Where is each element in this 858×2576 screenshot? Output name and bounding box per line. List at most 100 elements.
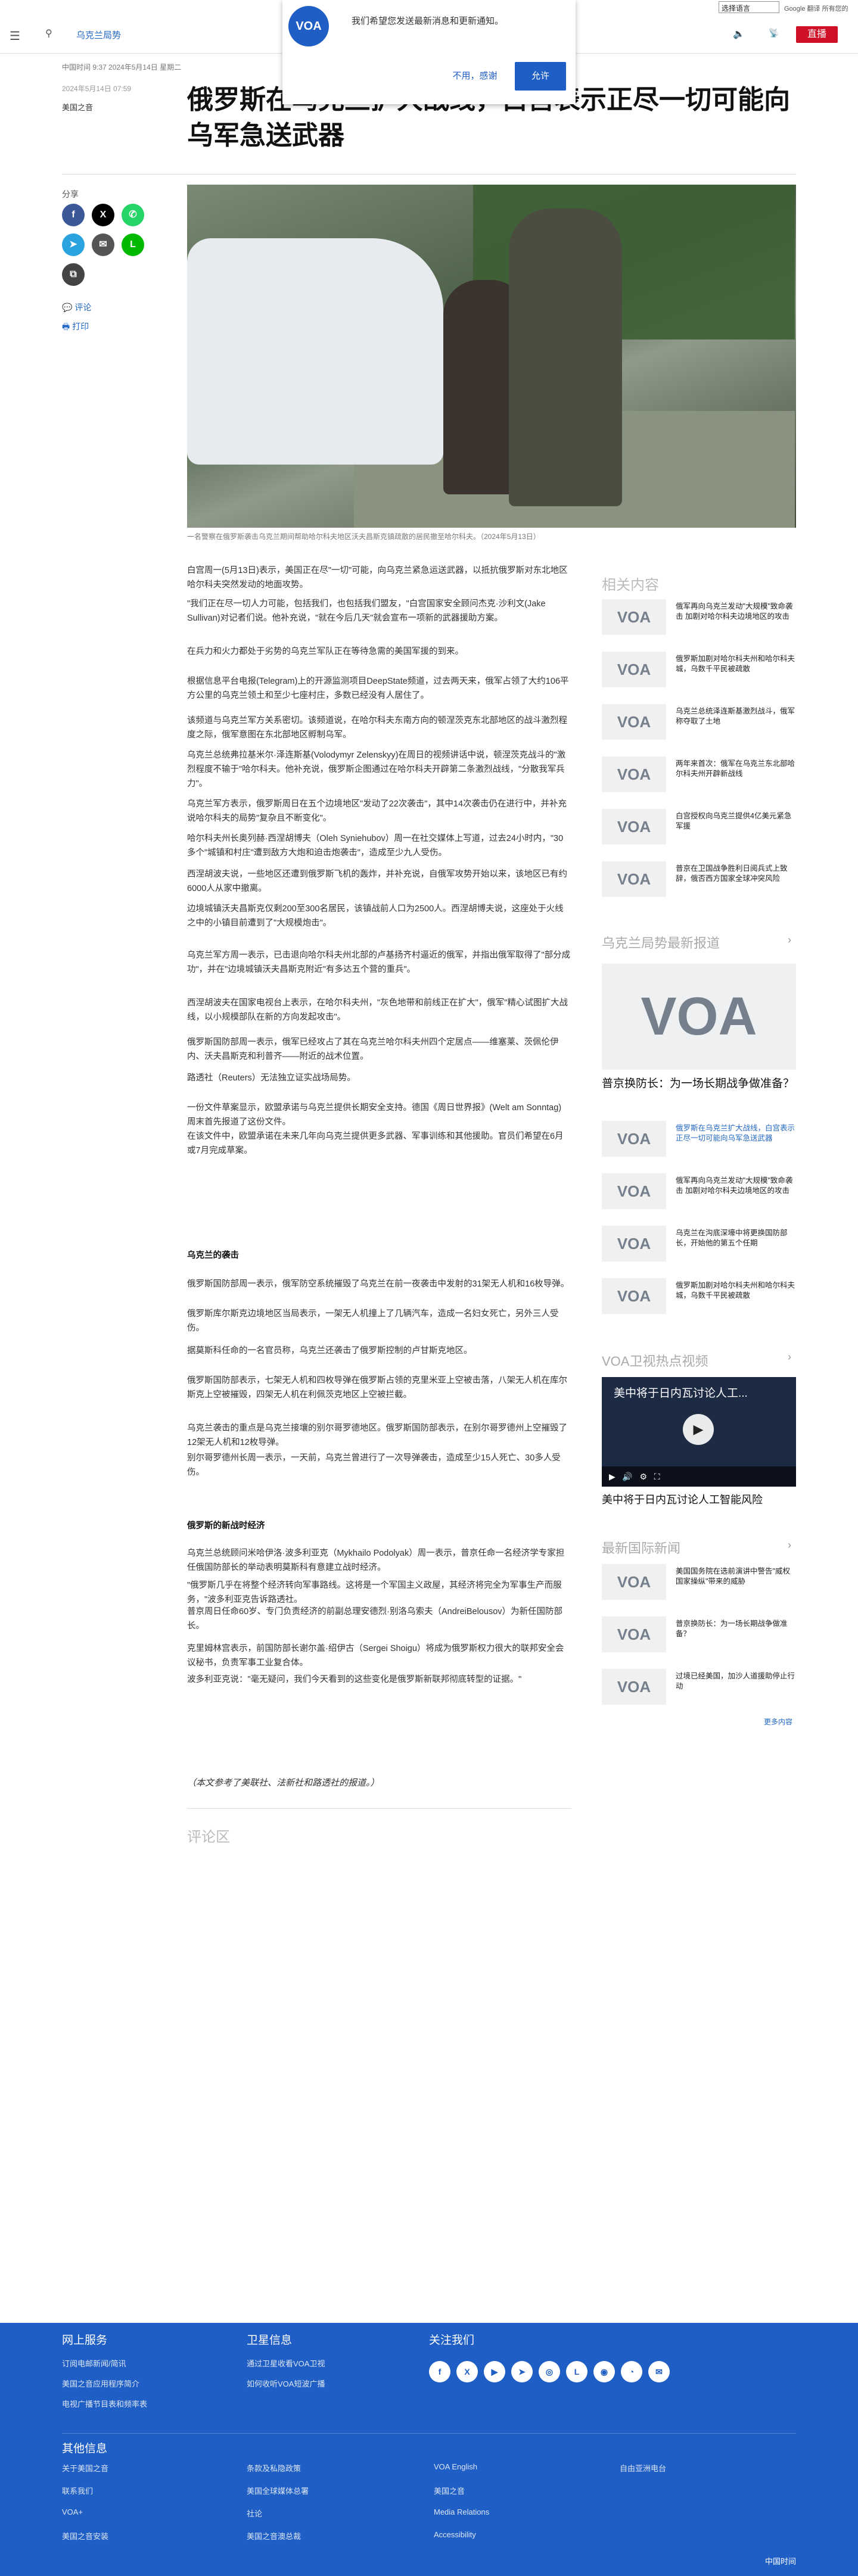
list-item-title[interactable]: 普京在卫国战争胜利日阅兵式上致辞，俄否西方国家全球冲突风险 <box>676 864 795 884</box>
footer-link[interactable]: 美国之音安装 <box>62 2530 108 2541</box>
allow-button[interactable]: 允许 <box>515 62 566 91</box>
thumbnail[interactable]: VOA <box>602 1669 666 1705</box>
feature-title[interactable]: 普京换防长：为一场长期战争做准备？ <box>602 1076 796 1092</box>
video-heading[interactable]: VOA卫视热点视频 <box>602 1351 708 1370</box>
email-icon[interactable]: ✉ <box>92 233 114 256</box>
video-player[interactable]: 美中将于日内瓦讨论人工... ▶ ▶ 🔊 ⚙ ⛶ <box>602 1377 796 1487</box>
footer-link[interactable]: 通过卫星收看VOA卫视 <box>247 2357 325 2369</box>
rss-icon[interactable]: ◔ <box>621 2361 642 2382</box>
thumbnail[interactable]: VOA <box>602 756 666 792</box>
footer-link[interactable]: 美国之音澳总裁 <box>247 2530 301 2541</box>
telegram-icon[interactable]: ➤ <box>62 233 85 256</box>
line-icon[interactable]: L <box>122 233 144 256</box>
list-item[interactable]: VOA 俄罗斯加剧对哈尔科夫州和哈尔科夫城，乌数千平民被疏散 <box>602 652 796 693</box>
facebook-icon[interactable]: f <box>62 204 85 226</box>
list-item-title[interactable]: 俄罗斯在乌克兰扩大战线，白宫表示正尽一切可能向乌军急送武器 <box>676 1123 795 1144</box>
ukraine-heading[interactable]: 乌克兰局势最新报道 <box>602 933 720 952</box>
list-item[interactable]: VOA 俄罗斯加剧对哈尔科夫州和哈尔科夫城，乌数千平民被疏散 <box>602 1278 796 1320</box>
email-icon[interactable]: ✉ <box>648 2361 670 2382</box>
list-item[interactable]: VOA 普京在卫国战争胜利日阅兵式上致辞，俄否西方国家全球冲突风险 <box>602 861 796 903</box>
footer-link[interactable]: VOA English <box>434 2462 477 2471</box>
list-item[interactable]: VOA 乌克兰总统泽连斯基激烈战斗，俄军称夺取了土地 <box>602 704 796 746</box>
thumbnail[interactable]: VOA <box>602 861 666 897</box>
list-item[interactable]: VOA 俄军再向乌克兰发动"大规模"致命袭击 加剧对哈尔科夫边境地区的攻击 <box>602 1173 796 1215</box>
thumbnail[interactable]: VOA <box>602 599 666 635</box>
list-item-title[interactable]: 白宫授权向乌克兰提供4亿美元紧急军援 <box>676 811 795 831</box>
thumbnail[interactable]: VOA <box>602 704 666 740</box>
article-paragraph: 俄罗斯国防部周一表示，俄军防空系统摧毁了乌克兰在前一夜袭击中发射的31架无人机和… <box>187 1279 570 1289</box>
list-item-title[interactable]: 两年来首次：俄军在乌克兰东北部哈尔科夫州开辟新战线 <box>676 759 795 779</box>
telegram-icon[interactable]: ➤ <box>511 2361 533 2382</box>
list-item-title[interactable]: 乌克兰总统泽连斯基激烈战斗，俄军称夺取了土地 <box>676 706 795 727</box>
footer-link[interactable]: 美国之音应用程序简介 <box>62 2378 139 2389</box>
search-icon[interactable]: ⚲ <box>45 27 52 39</box>
live-button[interactable]: 直播 <box>796 26 838 43</box>
thumbnail[interactable]: VOA <box>602 1173 666 1209</box>
list-item[interactable]: VOA 俄军再向乌克兰发动"大规模"致命袭击 加剧对哈尔科夫边境地区的攻击 <box>602 599 796 641</box>
thumbnail[interactable]: VOA <box>602 652 666 687</box>
footer-link[interactable]: 美国之音 <box>434 2485 465 2496</box>
instagram-icon[interactable]: ◎ <box>539 2361 560 2382</box>
list-item[interactable]: VOA 两年来首次：俄军在乌克兰东北部哈尔科夫州开辟新战线 <box>602 756 796 798</box>
footer-link[interactable]: 订阅电邮新闻/简讯 <box>62 2357 126 2369</box>
section-link[interactable]: 乌克兰局势 <box>76 29 121 41</box>
chevron-right-icon[interactable]: › <box>788 1539 791 1552</box>
decline-button[interactable]: 不用，感谢 <box>442 62 508 91</box>
thumbnail[interactable]: VOA <box>602 1278 666 1314</box>
list-item-title[interactable]: 普京换防长：为一场长期战争做准备？ <box>676 1619 795 1639</box>
list-item-title[interactable]: 俄罗斯加剧对哈尔科夫州和哈尔科夫城，乌数千平民被疏散 <box>676 654 795 674</box>
more-link[interactable]: 更多内容 <box>764 1717 792 1727</box>
list-item-title[interactable]: 乌克兰在沟底深壕中将更换国防部长，开始他的第五个任期 <box>676 1228 795 1248</box>
article-paragraph: 俄罗斯国防部周一表示，俄军已经攻占了其在乌克兰哈尔科夫州四个定居点——维塞莱、茨… <box>187 1038 559 1061</box>
print-link[interactable]: 🖶 打印 <box>62 320 89 335</box>
comment-link-label: 评论 <box>74 303 92 312</box>
list-item[interactable]: VOA 白宫授权向乌克兰提供4亿美元紧急军援 <box>602 809 796 851</box>
list-item-title[interactable]: 美国国务院在选前演讲中警告"威权国家操纵"带来的威胁 <box>676 1566 795 1587</box>
thumbnail[interactable]: VOA <box>602 1616 666 1652</box>
list-item[interactable]: VOA 普京换防长：为一场长期战争做准备？ <box>602 1616 796 1658</box>
thumbnail[interactable]: VOA <box>602 1226 666 1261</box>
footer-link[interactable]: 美国全球媒体总署 <box>247 2485 309 2496</box>
copy-link-icon[interactable]: ⧉ <box>62 263 85 286</box>
comment-link[interactable]: 💬 评论 <box>62 301 91 313</box>
chevron-right-icon[interactable]: › <box>788 1351 791 1363</box>
video-controls[interactable]: ▶ 🔊 ⚙ ⛶ <box>602 1466 796 1487</box>
footer-link[interactable]: 自由亚洲电台 <box>620 2462 666 2474</box>
facebook-icon[interactable]: f <box>429 2361 450 2382</box>
satellite-icon[interactable]: 📡 <box>769 28 779 38</box>
footer-link[interactable]: 关于美国之音 <box>62 2462 108 2474</box>
x-icon[interactable]: X <box>456 2361 478 2382</box>
youtube-icon[interactable]: ▶ <box>484 2361 505 2382</box>
footer-link[interactable]: Accessibility <box>434 2530 476 2539</box>
menu-icon[interactable]: ☰ <box>10 29 20 43</box>
footer-link[interactable]: 联系我们 <box>62 2485 93 2496</box>
footer-link[interactable]: 社论 <box>247 2508 262 2519</box>
play-icon[interactable]: ▶ <box>683 1414 714 1445</box>
language-select[interactable]: 选择语言 <box>719 1 779 13</box>
feature-thumbnail[interactable]: VOA <box>602 964 796 1070</box>
list-item-title[interactable]: 俄罗斯加剧对哈尔科夫州和哈尔科夫城，乌数千平民被疏散 <box>676 1281 795 1301</box>
footer-link[interactable]: Media Relations <box>434 2508 489 2516</box>
thumbnail[interactable]: VOA <box>602 1564 666 1600</box>
list-item-title[interactable]: 俄军再向乌克兰发动"大规模"致命袭击 加剧对哈尔科夫边境地区的攻击 <box>676 1176 795 1196</box>
footer-link[interactable]: 电视广播节目表和频率表 <box>62 2398 147 2409</box>
line-icon[interactable]: L <box>566 2361 587 2382</box>
list-item[interactable]: VOA 俄罗斯在乌克兰扩大战线，白宫表示正尽一切可能向乌军急送武器 <box>602 1121 796 1163</box>
whatsapp-icon[interactable]: ✆ <box>122 204 144 226</box>
list-item[interactable]: VOA 过境已经美国，加沙人道援助停止行动 <box>602 1669 796 1711</box>
intl-heading[interactable]: 最新国际新闻 <box>602 1538 680 1557</box>
list-item-title[interactable]: 过境已经美国，加沙人道援助停止行动 <box>676 1671 795 1692</box>
volume-icon[interactable]: 🔈 <box>733 28 745 40</box>
thumbnail[interactable]: VOA <box>602 809 666 845</box>
footer-link[interactable]: 条款及私隐政策 <box>247 2462 301 2474</box>
list-item-title[interactable]: 俄军再向乌克兰发动"大规模"致命袭击 加剧对哈尔科夫边境地区的攻击 <box>676 602 795 622</box>
list-item[interactable]: VOA 美国国务院在选前演讲中警告"威权国家操纵"带来的威胁 <box>602 1564 796 1606</box>
footer-link[interactable]: 如何收听VOA短波广播 <box>247 2378 325 2389</box>
footer-link[interactable]: VOA+ <box>62 2508 83 2516</box>
thumbnail[interactable]: VOA <box>602 1121 666 1157</box>
video-caption[interactable]: 美中将于日内瓦讨论人工智能风险 <box>602 1491 763 1507</box>
podcast-icon[interactable]: ◉ <box>593 2361 615 2382</box>
list-item[interactable]: VOA 乌克兰在沟底深壕中将更换国防部长，开始他的第五个任期 <box>602 1226 796 1267</box>
chevron-right-icon[interactable]: › <box>788 934 791 946</box>
x-icon[interactable]: X <box>92 204 114 226</box>
